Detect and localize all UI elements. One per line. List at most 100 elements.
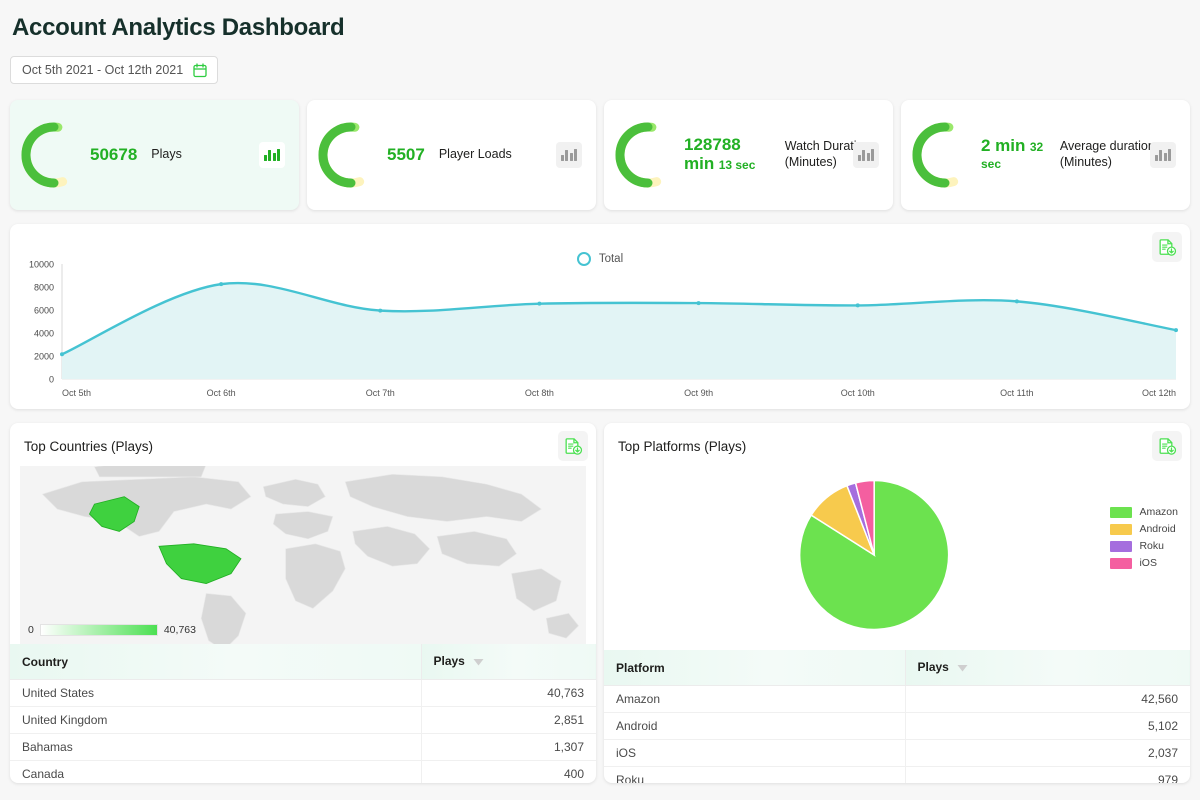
world-choropleth-map[interactable]: 0 40,763 [20, 466, 586, 644]
svg-text:Oct 10th: Oct 10th [841, 388, 875, 398]
pie-legend-item[interactable]: Roku [1110, 540, 1178, 552]
svg-text:Oct 6th: Oct 6th [207, 388, 236, 398]
kpi-card-average-duration[interactable]: 2 min 32 sec Average duration (Minutes) [901, 100, 1190, 210]
svg-text:Oct 5th: Oct 5th [62, 388, 91, 398]
kpi-value-player-loads: 5507 [387, 146, 425, 165]
sort-descending-icon [473, 655, 484, 669]
kpi-value-watch-duration: 128788 min 13 sec [684, 136, 771, 174]
cell-plays: 2,851 [421, 707, 596, 734]
pie-legend-item[interactable]: Android [1110, 523, 1178, 535]
kpi-card-watch-duration[interactable]: 128788 min 13 sec Watch Duration (Minute… [604, 100, 893, 210]
cell-platform: Android [604, 713, 905, 740]
cell-platform: Roku [604, 767, 905, 784]
table-header-row: Country Plays [10, 644, 596, 680]
map-scale-min: 0 [28, 624, 34, 636]
plays-timeseries-chart: 0200040006000800010000Oct 5thOct 6thOct … [10, 224, 1190, 409]
kpi-label-player-loads: Player Loads [439, 147, 512, 163]
pie-legend-item[interactable]: Amazon [1110, 506, 1178, 518]
gauge-ring-player-loads [317, 121, 385, 189]
column-header-plays[interactable]: Plays [905, 650, 1190, 686]
cell-plays: 2,037 [905, 740, 1190, 767]
cell-platform: Amazon [604, 686, 905, 713]
cell-plays: 400 [421, 761, 596, 784]
top-platforms-panel: Top Platforms (Plays) AmazonAndroidRokui… [604, 423, 1190, 783]
export-csv-icon [1158, 437, 1177, 456]
svg-text:Oct 7th: Oct 7th [366, 388, 395, 398]
pie-graphic [604, 460, 1190, 650]
map-scale-max: 40,763 [164, 624, 196, 636]
kpi-value-average-duration: 2 min 32 sec [981, 137, 1046, 173]
svg-text:Oct 9th: Oct 9th [684, 388, 713, 398]
top-countries-table-body: United States 40,763 United Kingdom 2,85… [10, 680, 596, 784]
bar-chart-icon[interactable] [556, 142, 582, 168]
pie-legend-label: iOS [1139, 557, 1157, 569]
pie-legend-swatch [1110, 558, 1132, 569]
cell-plays: 40,763 [421, 680, 596, 707]
svg-text:2000: 2000 [34, 352, 54, 362]
cell-plays: 5,102 [905, 713, 1190, 740]
export-csv-button-timeseries[interactable] [1152, 232, 1182, 262]
export-csv-icon [1158, 238, 1177, 257]
svg-text:0: 0 [49, 375, 54, 385]
table-row[interactable]: Roku 979 [604, 767, 1190, 784]
cell-country: Bahamas [10, 734, 421, 761]
table-row[interactable]: Canada 400 [10, 761, 596, 784]
sort-descending-icon [957, 661, 968, 675]
cell-country: Canada [10, 761, 421, 784]
svg-text:Oct 8th: Oct 8th [525, 388, 554, 398]
table-row[interactable]: Bahamas 1,307 [10, 734, 596, 761]
table-row[interactable]: Amazon 42,560 [604, 686, 1190, 713]
kpi-card-row: 50678 Plays 5507 Player Loads [10, 100, 1190, 210]
table-row[interactable]: iOS 2,037 [604, 740, 1190, 767]
export-csv-button-platforms[interactable] [1152, 431, 1182, 461]
kpi-card-player-loads[interactable]: 5507 Player Loads [307, 100, 596, 210]
page-title: Account Analytics Dashboard [10, 0, 1190, 42]
svg-text:10000: 10000 [29, 260, 54, 270]
dashboard-page: Account Analytics Dashboard Oct 5th 2021… [0, 0, 1200, 800]
gauge-ring-average-duration [911, 121, 979, 189]
cell-plays: 979 [905, 767, 1190, 784]
export-csv-button-countries[interactable] [558, 431, 588, 461]
pie-legend-swatch [1110, 524, 1132, 535]
pie-legend-swatch [1110, 507, 1132, 518]
bar-chart-icon[interactable] [853, 142, 879, 168]
top-countries-table: Country Plays United States [10, 644, 596, 783]
svg-text:6000: 6000 [34, 306, 54, 316]
cell-country: United States [10, 680, 421, 707]
map-graphic [20, 466, 586, 644]
bar-chart-icon[interactable] [1150, 142, 1176, 168]
gauge-ring-watch-duration [614, 121, 682, 189]
calendar-icon [193, 63, 207, 78]
pie-legend-label: Amazon [1139, 506, 1178, 518]
pie-legend-label: Roku [1139, 540, 1164, 552]
map-scale-gradient [40, 624, 158, 636]
map-color-scale-legend: 0 40,763 [28, 624, 196, 636]
kpi-label-plays: Plays [151, 147, 182, 163]
svg-text:Oct 11th: Oct 11th [1000, 388, 1033, 398]
bottom-panels-row: Top Countries (Plays) [10, 423, 1190, 783]
table-row[interactable]: United Kingdom 2,851 [10, 707, 596, 734]
bar-chart-icon[interactable] [259, 142, 285, 168]
column-header-platform[interactable]: Platform [604, 650, 905, 686]
table-row[interactable]: Android 5,102 [604, 713, 1190, 740]
kpi-card-plays[interactable]: 50678 Plays [10, 100, 299, 210]
pie-legend-swatch [1110, 541, 1132, 552]
pie-legend-item[interactable]: iOS [1110, 557, 1178, 569]
top-platforms-title: Top Platforms (Plays) [604, 423, 1190, 454]
svg-text:Oct 12th: Oct 12th [1142, 388, 1176, 398]
column-header-plays[interactable]: Plays [421, 644, 596, 680]
platforms-pie-chart: Amazon Android Roku iOS [604, 460, 1190, 650]
kpi-value-plays: 50678 [90, 146, 137, 165]
pie-legend-label: Android [1139, 523, 1175, 535]
table-row[interactable]: United States 40,763 [10, 680, 596, 707]
plays-over-time-chart-panel: Total 0200040006000800010000Oct 5thOct 6… [10, 224, 1190, 409]
top-platforms-table-body: Amazon 42,560 Android 5,102 iOS 2,037 [604, 686, 1190, 784]
cell-plays: 1,307 [421, 734, 596, 761]
column-header-country[interactable]: Country [10, 644, 421, 680]
date-range-value: Oct 5th 2021 - Oct 12th 2021 [22, 63, 183, 77]
cell-platform: iOS [604, 740, 905, 767]
cell-country: United Kingdom [10, 707, 421, 734]
date-range-picker[interactable]: Oct 5th 2021 - Oct 12th 2021 [10, 56, 218, 84]
svg-text:4000: 4000 [34, 329, 54, 339]
cell-plays: 42,560 [905, 686, 1190, 713]
